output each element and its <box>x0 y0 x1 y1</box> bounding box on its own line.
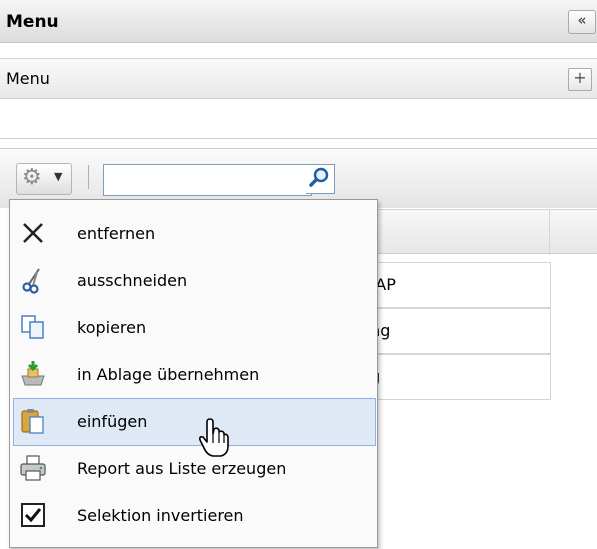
actions-menu-button[interactable]: ⚙ ▼ <box>16 163 72 195</box>
table-cell: ung <box>376 321 391 340</box>
hand-cursor-icon <box>199 418 229 457</box>
search-input[interactable] <box>103 164 312 196</box>
menu-item-label: in Ablage übernehmen <box>77 365 260 384</box>
toolbar-separator <box>88 165 89 189</box>
printer-icon <box>20 455 46 481</box>
paste-icon <box>21 409 44 434</box>
grid-header-divider <box>549 210 550 255</box>
panel-title: Menu <box>6 12 59 32</box>
menu-item-label: entfernen <box>77 224 156 243</box>
menu-item-label: Selektion invertieren <box>77 506 244 525</box>
table-cell: 2 AP <box>376 275 396 294</box>
subpanel-header[interactable]: Menu + <box>0 58 597 99</box>
magnifier-icon <box>309 167 329 187</box>
gear-icon: ⚙ <box>22 165 42 190</box>
menu-item-label: kopieren <box>77 318 147 337</box>
table-row[interactable]: 2 AP <box>376 262 551 308</box>
menu-item-ausschneiden[interactable]: ausschneiden <box>13 257 376 305</box>
context-menu: entfernen ausschneiden kopieren in Ablag… <box>9 199 378 548</box>
add-button[interactable]: + <box>568 68 592 91</box>
table-row[interactable]: ung <box>376 308 551 354</box>
copy-icon <box>21 315 44 339</box>
grid-header <box>376 209 597 255</box>
subpanel-title: Menu <box>6 69 50 88</box>
menu-item-label: Report aus Liste erzeugen <box>77 459 287 478</box>
table-cell: ng <box>376 367 550 386</box>
dropdown-arrow-icon: ▼ <box>54 170 63 183</box>
menu-item-selektion-invertieren[interactable]: Selektion invertieren <box>13 492 376 540</box>
close-x-icon <box>23 223 43 243</box>
checkbox-icon <box>21 503 45 527</box>
menu-item-label: ausschneiden <box>77 271 188 290</box>
menu-item-kopieren[interactable]: kopieren <box>13 304 376 352</box>
table-row[interactable]: ng <box>376 354 551 400</box>
scissors-icon <box>22 268 40 294</box>
menu-item-einfuegen[interactable]: einfügen <box>13 398 376 446</box>
menu-item-entfernen[interactable]: entfernen <box>13 210 376 258</box>
search-button[interactable] <box>306 164 335 194</box>
empty-area <box>0 99 597 139</box>
menu-item-report[interactable]: Report aus Liste erzeugen <box>13 445 376 493</box>
clipboard-add-icon <box>21 361 45 386</box>
menu-item-in-ablage[interactable]: in Ablage übernehmen <box>13 351 376 399</box>
panel-header: Menu « <box>0 0 597 43</box>
collapse-button[interactable]: « <box>568 10 596 34</box>
menu-item-label: einfügen <box>77 412 148 431</box>
